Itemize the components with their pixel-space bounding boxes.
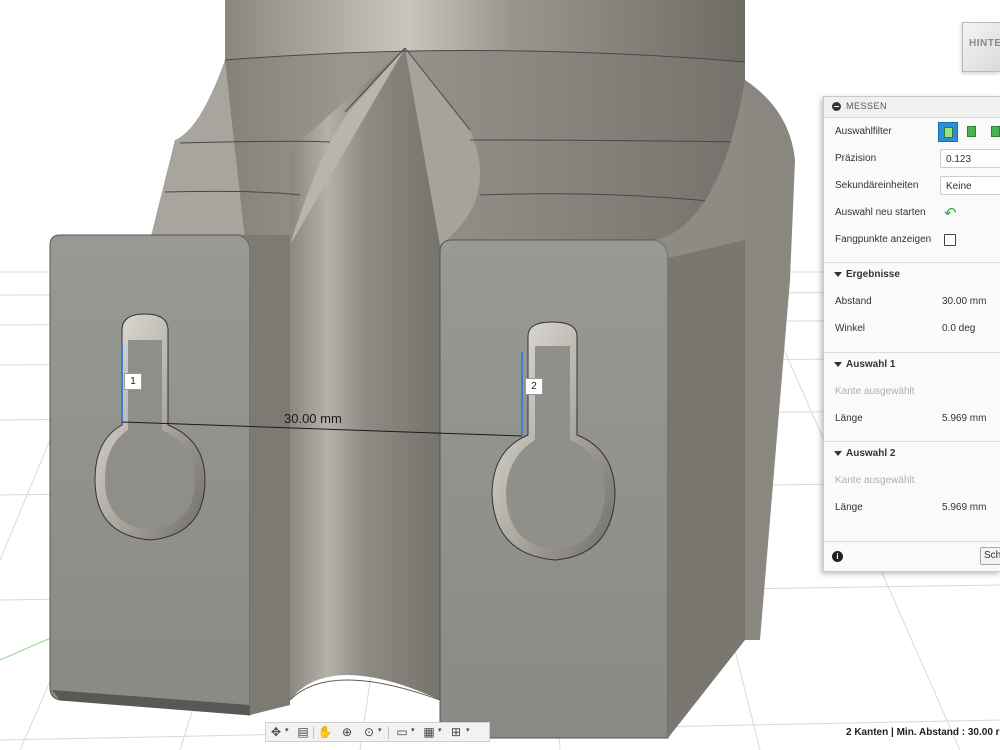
viewcube-label: HINTEN (969, 38, 1000, 49)
selection-filter-row: Auswahlfilter (824, 119, 1000, 145)
snap-points-label: Fangpunkte anzeigen (835, 234, 932, 245)
restart-selection-row: Auswahl neu starten ↶ (824, 200, 1000, 226)
selection2-type: Kante ausgewählt (835, 475, 915, 486)
restart-selection-label: Auswahl neu starten (835, 207, 926, 218)
viewcube[interactable]: HINTEN (962, 22, 1000, 72)
dimension-label: 30.00 mm (284, 411, 342, 426)
display-icon[interactable]: ▭ (394, 725, 410, 739)
selection2-length-row: Länge 5.969 mm (824, 495, 1000, 521)
edge-marker-1: 1 (124, 373, 142, 390)
info-icon[interactable]: i (832, 551, 843, 562)
selection1-length-row: Länge 5.969 mm (824, 406, 1000, 432)
distance-value: 30.00 mm (942, 296, 987, 307)
snap-points-row: Fangpunkte anzeigen (824, 227, 1000, 253)
selection2-length-value: 5.969 mm (942, 502, 987, 513)
edge-filter-icon (991, 126, 1000, 137)
selection1-title: Auswahl 1 (846, 359, 896, 370)
precision-label: Präzision (835, 153, 877, 164)
status-bar-text: 2 Kanten | Min. Abstand : 30.00 r (846, 727, 1000, 738)
precision-value: 0.123 (946, 154, 972, 165)
selection2-section-header[interactable]: Auswahl 2 (824, 441, 1000, 466)
precision-dropdown[interactable]: 0.123 (940, 149, 1000, 168)
expand-triangle-icon (834, 362, 842, 367)
filter-body-button[interactable] (938, 122, 958, 142)
filter-edge-button[interactable] (986, 122, 1000, 142)
orbit-icon[interactable]: ✥ (268, 725, 284, 739)
collapse-icon[interactable] (832, 102, 841, 111)
model-center-cylinder (290, 48, 440, 700)
secondary-units-row: Sekundäreinheiten Keine (824, 173, 1000, 199)
selection1-type-row: Kante ausgewählt (824, 379, 1000, 405)
selection2-length-label: Länge (835, 502, 863, 513)
results-title: Ergebnisse (846, 269, 900, 280)
navigation-toolbar: ✥ ▾ ▤ ✋ ⊕ ⊙ ▾ ▭ ▾ ▦ ▾ ⊞ ▾ (265, 722, 490, 742)
selection2-title: Auswahl 2 (846, 448, 896, 459)
secondary-units-dropdown[interactable]: Keine (940, 176, 1000, 195)
selection1-section-header[interactable]: Auswahl 1 (824, 352, 1000, 377)
panel-footer: i Sch (824, 541, 1000, 572)
snap-points-checkbox[interactable] (944, 234, 956, 246)
zoom-icon[interactable]: ⊕ (339, 725, 355, 739)
results-section-header[interactable]: Ergebnisse (824, 262, 1000, 287)
secondary-units-label: Sekundäreinheiten (835, 180, 919, 191)
expand-triangle-icon (834, 451, 842, 456)
look-at-icon[interactable]: ▤ (295, 725, 311, 739)
model-back-right (745, 80, 795, 640)
panel-title: MESSEN (846, 101, 888, 111)
distance-label: Abstand (835, 296, 872, 307)
pan-hand-icon[interactable]: ✋ (317, 725, 333, 739)
precision-row: Präzision 0.123 (824, 146, 1000, 172)
selection1-length-value: 5.969 mm (942, 413, 987, 424)
angle-value: 0.0 deg (942, 323, 976, 334)
grid-icon[interactable]: ▦ (421, 725, 437, 739)
face-filter-icon (967, 126, 976, 137)
angle-row: Winkel 0.0 deg (824, 316, 1000, 342)
edge-marker-2: 2 (525, 378, 543, 395)
viewports-icon[interactable]: ⊞ (448, 725, 464, 739)
body-filter-icon (944, 127, 953, 138)
distance-row: Abstand 30.00 mm (824, 289, 1000, 315)
expand-triangle-icon (834, 272, 842, 277)
angle-label: Winkel (835, 323, 866, 334)
restart-selection-icon[interactable]: ↶ (944, 204, 957, 222)
selection-filter-label: Auswahlfilter (835, 126, 892, 137)
selection1-length-label: Länge (835, 413, 863, 424)
measure-panel: MESSEN Auswahlfilter Präzision 0.123 Sek… (823, 96, 1000, 572)
fit-icon[interactable]: ⊙ (361, 725, 377, 739)
selection2-type-row: Kante ausgewählt (824, 468, 1000, 494)
close-button[interactable]: Sch (980, 547, 1000, 565)
filter-face-button[interactable] (962, 122, 982, 142)
secondary-units-value: Keine (946, 181, 972, 192)
selection1-type: Kante ausgewählt (835, 386, 915, 397)
panel-header[interactable]: MESSEN (824, 97, 1000, 118)
